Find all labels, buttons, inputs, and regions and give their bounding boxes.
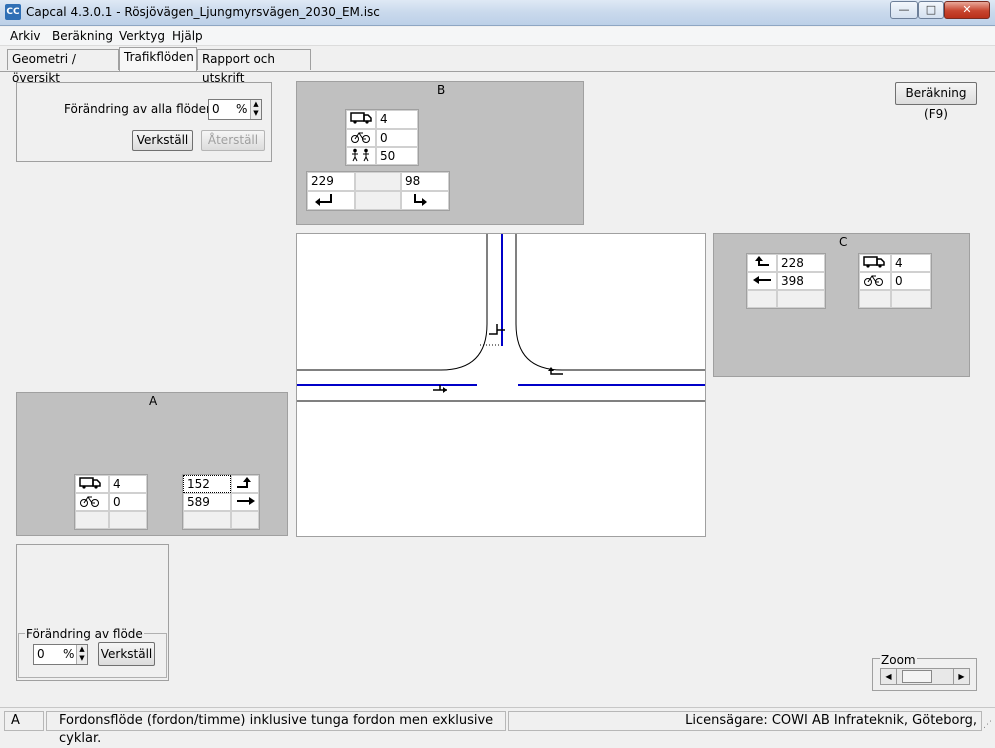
- empty-cell: [891, 290, 931, 308]
- title-bar: CC Capcal 4.3.0.1 - Rösjövägen_Ljungmyrs…: [0, 0, 995, 26]
- empty-cell: [183, 511, 231, 529]
- turn-down-left-icon: [307, 191, 355, 210]
- menu-arkiv[interactable]: Arkiv: [10, 29, 41, 43]
- all-flows-spinner[interactable]: 0 % ▲ ▼: [208, 99, 262, 120]
- calculate-button[interactable]: Beräkning (F9): [895, 82, 977, 121]
- bike-icon: [859, 272, 891, 290]
- empty-cell: [859, 290, 891, 308]
- flow-change-spinner[interactable]: 0 % ▲ ▼: [33, 644, 88, 665]
- pedestrian-icon: [346, 147, 376, 165]
- spin-arrows-icon[interactable]: ▲ ▼: [76, 645, 87, 664]
- arm-b-title: B: [437, 83, 446, 97]
- arm-c-panel: C 228 398 4 0: [713, 233, 970, 377]
- spin-arrows-icon[interactable]: ▲ ▼: [250, 100, 261, 119]
- arm-a-title: A: [149, 394, 158, 408]
- empty-cell: [109, 511, 147, 529]
- minimize-button[interactable]: —: [890, 1, 918, 19]
- close-button[interactable]: ✕: [944, 1, 990, 19]
- all-flows-apply-button[interactable]: Verkställ: [132, 130, 193, 151]
- arrow-left-icon: [747, 272, 777, 290]
- intersection-canvas[interactable]: [296, 233, 706, 537]
- tab-strip: Geometri / översikt Trafikflöden Rapport…: [0, 47, 995, 85]
- zoom-thumb[interactable]: [902, 670, 932, 683]
- flow-change-value[interactable]: 0: [37, 647, 45, 661]
- arrow-a-icon: [433, 385, 447, 393]
- arm-a-vehicle-table: 4 0: [74, 474, 148, 530]
- bike-icon: [75, 493, 109, 511]
- tab-rapport[interactable]: Rapport och utskrift: [197, 49, 311, 85]
- zoom-scrollbar[interactable]: ◀ ▶: [880, 668, 970, 685]
- status-license: Licensägare: COWI AB Infrateknik, Götebo…: [508, 711, 982, 731]
- arm-a-heavy[interactable]: 4: [109, 475, 147, 493]
- empty-cell: [231, 511, 259, 529]
- menu-hjalp[interactable]: Hjälp: [172, 29, 203, 43]
- arrow-c-icon: [548, 367, 563, 375]
- arm-a-left-flow[interactable]: 152: [183, 475, 231, 493]
- arm-b-pedestrians[interactable]: 50: [376, 147, 418, 165]
- arm-b-heavy[interactable]: 4: [376, 110, 418, 129]
- app-icon: CC: [5, 4, 21, 20]
- truck-icon: [346, 110, 376, 129]
- arm-c-left-flow[interactable]: 228: [777, 254, 825, 272]
- all-flows-reset-button[interactable]: Återställ: [201, 130, 265, 151]
- truck-icon: [859, 254, 891, 272]
- turn-left-up-icon: [747, 254, 777, 272]
- all-flows-value[interactable]: 0: [212, 102, 220, 116]
- scroll-left-icon[interactable]: ◀: [881, 669, 897, 684]
- empty-cell: [355, 172, 401, 191]
- intersection-drawing: [297, 234, 705, 402]
- empty-cell: [355, 191, 401, 210]
- resize-grip-icon[interactable]: ⋰: [983, 720, 992, 730]
- empty-cell: [777, 290, 825, 308]
- flow-change-apply-button[interactable]: Verkställ: [98, 642, 155, 666]
- all-flows-label: Förändring av alla flöden:: [64, 102, 218, 116]
- zoom-label: Zoom: [880, 653, 917, 667]
- arm-b-vehicle-table: 4 0 50: [345, 109, 419, 166]
- all-flows-unit: %: [236, 102, 248, 116]
- menu-bar: Arkiv Beräkning Verktyg Hjälp: [0, 27, 995, 46]
- flow-change-unit: %: [63, 647, 75, 661]
- maximize-button[interactable]: □: [918, 1, 944, 19]
- arm-b-left-flow[interactable]: 229: [307, 172, 355, 191]
- empty-cell: [747, 290, 777, 308]
- arm-b-flow-table: 229 98: [306, 171, 450, 211]
- scroll-right-icon[interactable]: ▶: [953, 669, 969, 684]
- arm-a-bikes[interactable]: 0: [109, 493, 147, 511]
- bike-icon: [346, 129, 376, 147]
- arm-c-flow-table: 228 398: [746, 253, 826, 309]
- tab-divider: [0, 71, 995, 72]
- arm-b-right-flow[interactable]: 98: [401, 172, 449, 191]
- arm-a-through-flow[interactable]: 589: [183, 493, 231, 511]
- arm-b-panel: B 4 0 50 229 98: [296, 81, 584, 225]
- status-arm: A: [4, 711, 44, 731]
- tab-geometri[interactable]: Geometri / översikt: [7, 49, 119, 85]
- turn-down-right-icon: [401, 191, 449, 210]
- arm-c-through-flow[interactable]: 398: [777, 272, 825, 290]
- status-message: Fordonsflöde (fordon/timme) inklusive tu…: [46, 711, 506, 746]
- zoom-group: Zoom ◀ ▶: [872, 653, 977, 691]
- arm-c-heavy[interactable]: 4: [891, 254, 931, 272]
- all-flows-group: Förändring av alla flöden: 0 % ▲ ▼ Verkst…: [16, 82, 272, 162]
- arrow-right-icon: [231, 493, 259, 511]
- flow-change-box: Förändring av flöde 0 % ▲ ▼ Verkställ: [16, 544, 169, 681]
- truck-icon: [75, 475, 109, 493]
- turn-right-up-icon: [231, 475, 259, 493]
- arm-c-title: C: [839, 235, 848, 249]
- flow-change-label: Förändring av flöde: [25, 627, 144, 641]
- empty-cell: [75, 511, 109, 529]
- arm-c-vehicle-table: 4 0: [858, 253, 932, 309]
- arm-b-bikes[interactable]: 0: [376, 129, 418, 147]
- window-title: Capcal 4.3.0.1 - Rösjövägen_Ljungmyrsväg…: [26, 5, 380, 19]
- menu-berakning[interactable]: Beräkning: [52, 29, 113, 43]
- arm-a-panel: A 4 0 152 589: [16, 392, 288, 536]
- arm-c-bikes[interactable]: 0: [891, 272, 931, 290]
- menu-verktyg[interactable]: Verktyg: [119, 29, 165, 43]
- tab-trafikfloden[interactable]: Trafikflöden: [119, 47, 197, 71]
- status-bar: A Fordonsflöde (fordon/timme) inklusive …: [0, 707, 995, 746]
- arm-a-flow-table: 152 589: [182, 474, 260, 530]
